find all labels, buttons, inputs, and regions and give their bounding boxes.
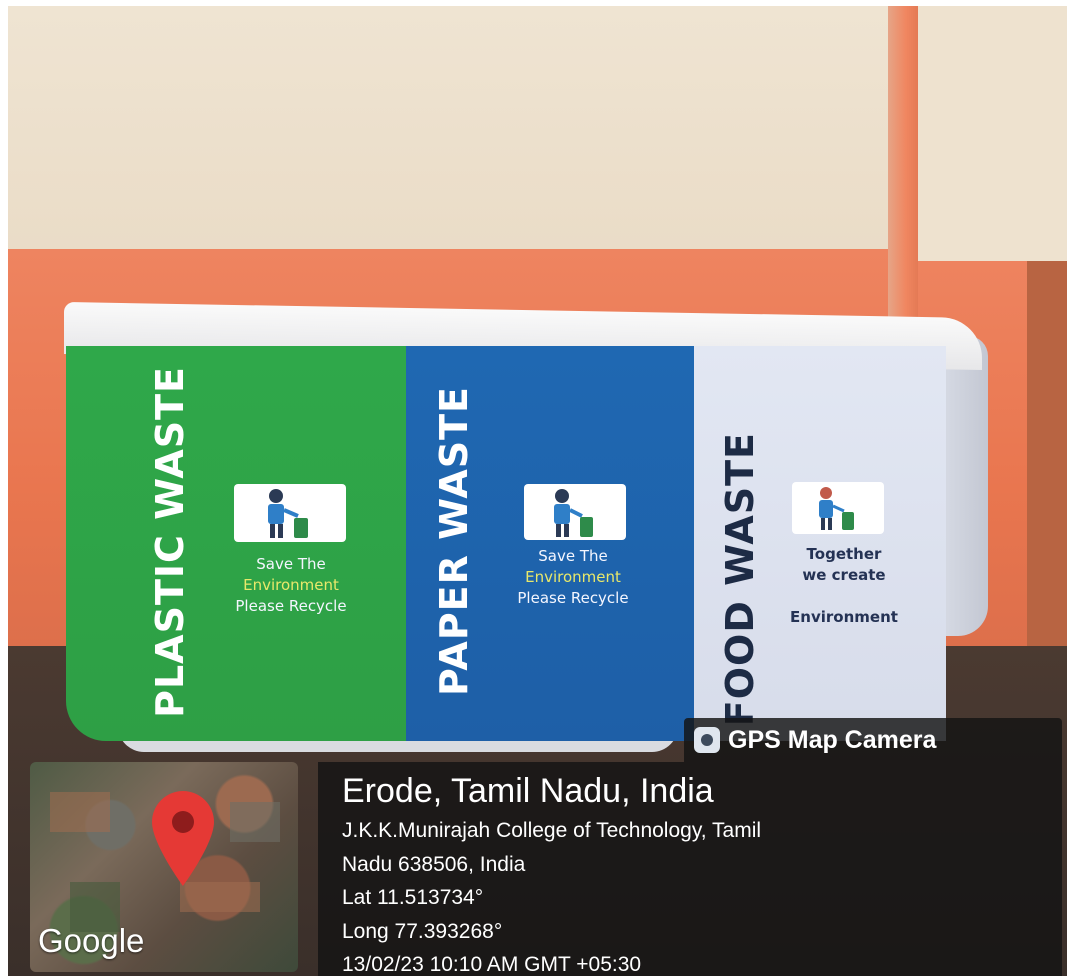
timestamp: 13/02/23 10:10 AM GMT +05:30 <box>342 953 642 976</box>
slogan-line-2: we create <box>802 566 886 584</box>
map-block <box>230 802 280 842</box>
plastic-waste-panel: PLASTIC WASTE Save The Environment Pleas… <box>66 346 406 741</box>
map-pin-icon <box>152 791 214 886</box>
food-waste-label: FOOD WASTE <box>718 432 762 727</box>
food-waste-panel: FOOD WASTE Together we create Environmen… <box>694 346 946 741</box>
address-line-1: J.K.K.Munirajah College of Technology, T… <box>342 819 762 842</box>
paper-slogan: Save The Environment Please Recycle <box>478 546 668 609</box>
slogan-line-2: Environment <box>525 568 621 586</box>
recycle-figure-sticker <box>792 482 884 534</box>
recycle-figure-sticker <box>524 484 626 540</box>
paper-waste-label: PAPER WASTE <box>432 386 476 696</box>
address-line-2: Nadu 638506, India <box>342 852 526 876</box>
location-info: Erode, Tamil Nadu, India J.K.K.Munirajah… <box>318 762 1062 976</box>
google-logo: Google <box>38 922 145 959</box>
food-slogan: Together we create Environment <box>764 544 924 628</box>
map-thumbnail: Google <box>30 762 298 972</box>
map-block <box>50 792 110 832</box>
slogan-line-3: Environment <box>790 608 898 626</box>
slogan-line-1: Save The <box>256 555 326 573</box>
wall-right-upper <box>918 6 1067 261</box>
longitude: Long 77.393268° <box>342 919 503 943</box>
latitude: Lat 11.513734° <box>342 886 484 909</box>
recycle-figure-sticker <box>234 484 346 542</box>
slogan-line-3: Please Recycle <box>235 597 347 615</box>
camera-icon <box>694 727 720 753</box>
slogan-line-1: Save The <box>538 547 608 565</box>
slogan-line-faded <box>764 586 924 607</box>
plastic-waste-label: PLASTIC WASTE <box>148 366 192 718</box>
photo: PLASTIC WASTE Save The Environment Pleas… <box>8 6 1067 976</box>
door-frame <box>1027 261 1067 661</box>
gps-map-camera-badge: GPS Map Camera <box>684 718 1062 762</box>
waste-bin: PLASTIC WASTE Save The Environment Pleas… <box>66 346 946 741</box>
location-title: Erode, Tamil Nadu, India <box>342 772 714 810</box>
slogan-line-1: Together <box>806 545 882 563</box>
paper-waste-panel: PAPER WASTE Save The Environment Please … <box>406 346 694 741</box>
slogan-line-2: Environment <box>243 576 339 594</box>
gps-badge-label: GPS Map Camera <box>728 725 937 754</box>
plastic-slogan: Save The Environment Please Recycle <box>196 554 386 617</box>
slogan-line-3: Please Recycle <box>517 589 629 607</box>
